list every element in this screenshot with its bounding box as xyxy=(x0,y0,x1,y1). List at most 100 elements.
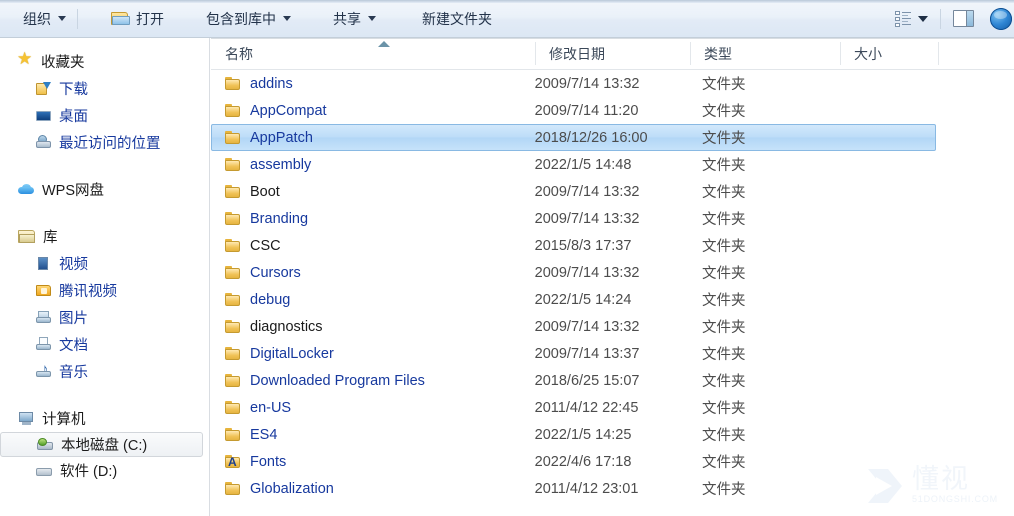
sidebar-group-computer[interactable]: 计算机 xyxy=(0,405,209,432)
file-name-label: en-US xyxy=(250,399,292,416)
change-view-button[interactable] xyxy=(886,4,916,34)
table-row[interactable]: A Fonts 2022/4/6 17:18 文件夹 xyxy=(211,448,936,475)
preview-pane-button[interactable] xyxy=(943,4,984,34)
sidebar-group-label: WPS网盘 xyxy=(42,183,105,199)
file-date-cell: 2009/7/14 13:32 xyxy=(534,183,640,200)
library-icon xyxy=(18,229,36,245)
sidebar-item-documents[interactable]: 文档 xyxy=(0,331,209,358)
table-row[interactable]: AppPatch 2018/12/26 16:00 文件夹 xyxy=(211,124,936,151)
file-name-cell: AppPatch xyxy=(212,130,534,146)
sidebar-item-downloads[interactable]: 下载 xyxy=(0,75,209,102)
open-button[interactable]: 打开 xyxy=(102,4,173,34)
column-header-extra[interactable] xyxy=(938,38,1014,69)
sidebar-group-favorites[interactable]: 收藏夹 xyxy=(0,48,209,75)
file-name-label: CSC xyxy=(250,237,281,254)
share-menu-button[interactable]: 共享 xyxy=(324,4,385,34)
change-view-dropdown-button[interactable] xyxy=(916,4,938,34)
column-header-name[interactable]: 名称 xyxy=(211,38,535,69)
file-name-cell: addins xyxy=(212,76,534,92)
file-list-pane[interactable]: 名称 修改日期 类型 大小 addins 2009/7/14 13:32 文件夹 Ap… xyxy=(211,38,1014,516)
star-icon xyxy=(17,50,34,70)
table-row[interactable]: Downloaded Program Files 2018/6/25 15:07 文… xyxy=(211,367,936,394)
sidebar-group-libraries[interactable]: 库 xyxy=(0,223,209,250)
include-in-library-menu-button[interactable]: 包含到库中 xyxy=(197,4,300,34)
table-row[interactable]: diagnostics 2009/7/14 13:32 文件夹 xyxy=(211,313,936,340)
tencent-video-icon xyxy=(36,283,52,299)
table-row[interactable]: en-US 2011/4/12 22:45 文件夹 xyxy=(211,394,936,421)
computer-icon xyxy=(18,411,35,427)
column-header-type[interactable]: 类型 xyxy=(690,38,840,69)
folder-icon xyxy=(225,130,241,145)
sidebar-item-label: 视频 xyxy=(59,257,88,273)
table-row[interactable]: debug 2022/1/5 14:24 文件夹 xyxy=(211,286,936,313)
recent-places-icon xyxy=(36,134,52,151)
table-row[interactable]: Boot 2009/7/14 13:32 文件夹 xyxy=(211,178,936,205)
folder-icon xyxy=(225,238,241,253)
file-name-label: Cursors xyxy=(250,264,301,281)
file-date-cell: 2009/7/14 13:32 xyxy=(534,264,640,281)
file-name-label: AppPatch xyxy=(250,129,313,146)
folder-icon xyxy=(225,76,241,91)
table-row[interactable]: ES4 2022/1/5 14:25 文件夹 xyxy=(211,421,936,448)
file-name-cell: Globalization xyxy=(212,481,534,497)
table-row[interactable]: Globalization 2011/4/12 23:01 文件夹 xyxy=(211,475,936,502)
file-name-cell: A Fonts xyxy=(212,454,534,470)
table-row[interactable]: assembly 2022/1/5 14:48 文件夹 xyxy=(211,151,936,178)
file-name-cell: Downloaded Program Files xyxy=(212,373,534,389)
file-type-cell: 文件夹 xyxy=(702,185,746,201)
file-name-cell: assembly xyxy=(212,157,534,173)
file-type-cell: 文件夹 xyxy=(702,347,746,363)
new-folder-button[interactable]: 新建文件夹 xyxy=(413,4,501,34)
file-type-cell: 文件夹 xyxy=(702,401,746,417)
sort-ascending-icon xyxy=(378,41,390,47)
sidebar-item-tencent-video[interactable]: 腾讯视频 xyxy=(0,277,209,304)
sidebar-item-local-disk-c[interactable]: 本地磁盘 (C:) xyxy=(0,432,203,457)
file-name-label: assembly xyxy=(250,156,312,173)
file-name-cell: ES4 xyxy=(212,427,534,443)
toolbar-separator xyxy=(77,8,78,29)
folder-icon xyxy=(225,184,241,199)
column-header-size[interactable]: 大小 xyxy=(840,38,938,69)
drive-c-icon xyxy=(37,437,54,452)
open-label: 打开 xyxy=(136,10,164,27)
navigation-pane[interactable]: 收藏夹 下载 桌面 最近访问的位置 WPS网盘 库 视频 xyxy=(0,38,210,516)
table-row[interactable]: addins 2009/7/14 13:32 文件夹 xyxy=(211,70,936,97)
table-row[interactable]: Cursors 2009/7/14 13:32 文件夹 xyxy=(211,259,936,286)
open-folder-icon xyxy=(111,11,130,26)
include-in-library-label: 包含到库中 xyxy=(206,10,276,27)
file-type-cell: 文件夹 xyxy=(702,428,746,444)
sidebar-item-videos[interactable]: 视频 xyxy=(0,250,209,277)
sidebar-item-label: 音乐 xyxy=(59,365,88,381)
sidebar-item-desktop[interactable]: 桌面 xyxy=(0,102,209,129)
sidebar-item-music[interactable]: ♪ 音乐 xyxy=(0,358,209,385)
sidebar-item-label: 桌面 xyxy=(59,109,88,125)
table-row[interactable]: AppCompat 2009/7/14 11:20 文件夹 xyxy=(211,97,936,124)
help-button[interactable] xyxy=(984,4,1014,34)
column-header-name-label: 名称 xyxy=(225,45,253,62)
file-name-label: Fonts xyxy=(250,453,287,470)
folder-icon xyxy=(225,103,241,118)
file-date-cell: 2022/1/5 14:48 xyxy=(534,156,632,173)
sidebar-item-software-d[interactable]: 软件 (D:) xyxy=(0,457,209,484)
file-name-cell: Cursors xyxy=(212,265,534,281)
folder-icon xyxy=(225,319,241,334)
table-row[interactable]: DigitalLocker 2009/7/14 13:37 文件夹 xyxy=(211,340,936,367)
table-row[interactable]: CSC 2015/8/3 17:37 文件夹 xyxy=(211,232,936,259)
sidebar-group-wps-cloud[interactable]: WPS网盘 xyxy=(0,176,209,203)
file-name-cell: DigitalLocker xyxy=(212,346,534,362)
organize-menu-button[interactable]: 组织 xyxy=(14,4,75,34)
file-date-cell: 2015/8/3 17:37 xyxy=(534,237,632,254)
file-type-cell: 文件夹 xyxy=(702,77,746,93)
sidebar-item-pictures[interactable]: 图片 xyxy=(0,304,209,331)
column-header-date-modified[interactable]: 修改日期 xyxy=(535,38,690,69)
file-date-cell: 2009/7/14 13:37 xyxy=(534,345,640,362)
file-date-cell: 2009/7/14 11:20 xyxy=(534,102,639,119)
command-bar: 组织 打开 包含到库中 共享 新建文件夹 xyxy=(0,0,1014,38)
folder-icon xyxy=(225,292,241,307)
table-row[interactable]: Branding 2009/7/14 13:32 文件夹 xyxy=(211,205,936,232)
sidebar-item-recent-places[interactable]: 最近访问的位置 xyxy=(0,129,209,156)
file-name-cell: en-US xyxy=(212,400,534,416)
folder-icon xyxy=(225,265,241,280)
file-name-cell: diagnostics xyxy=(212,319,534,335)
